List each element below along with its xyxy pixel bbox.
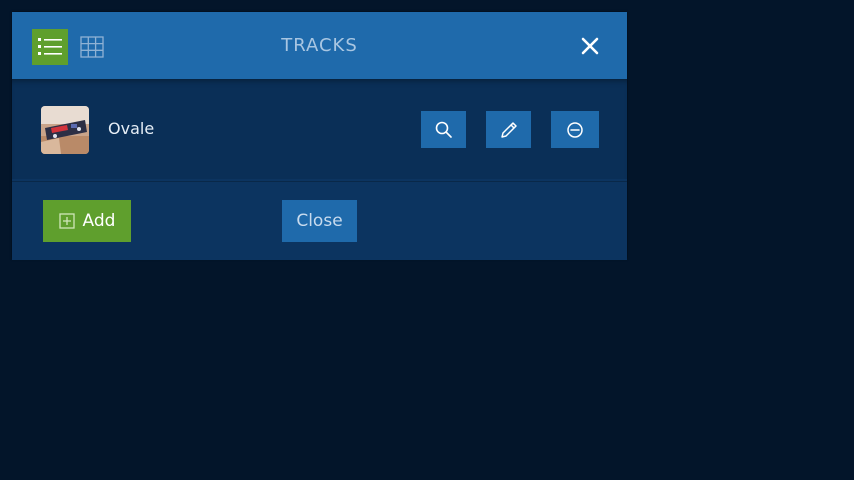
close-button-label: Close xyxy=(296,211,343,231)
remove-track-button[interactable] xyxy=(551,111,599,148)
track-thumbnail xyxy=(41,106,89,154)
dialog-close-button[interactable] xyxy=(578,34,602,58)
track-row[interactable]: Ovale xyxy=(12,79,627,179)
tracks-dialog: TRACKS Ovale Add Close xyxy=(12,12,627,260)
add-button[interactable]: Add xyxy=(43,200,131,242)
list-icon xyxy=(38,38,62,55)
grid-icon xyxy=(80,36,104,58)
dialog-footer: Add Close xyxy=(12,181,627,260)
close-icon xyxy=(581,37,599,55)
grid-view-button[interactable] xyxy=(74,29,110,65)
plus-square-icon xyxy=(58,213,75,229)
list-view-button[interactable] xyxy=(32,29,68,65)
edit-track-button[interactable] xyxy=(486,111,531,148)
view-track-button[interactable] xyxy=(421,111,466,148)
track-name: Ovale xyxy=(108,119,155,138)
dialog-header: TRACKS xyxy=(12,12,627,79)
minus-circle-icon xyxy=(567,121,583,138)
add-button-label: Add xyxy=(82,211,116,231)
search-icon xyxy=(435,121,452,138)
pencil-icon xyxy=(500,121,517,138)
close-button[interactable]: Close xyxy=(282,200,357,242)
